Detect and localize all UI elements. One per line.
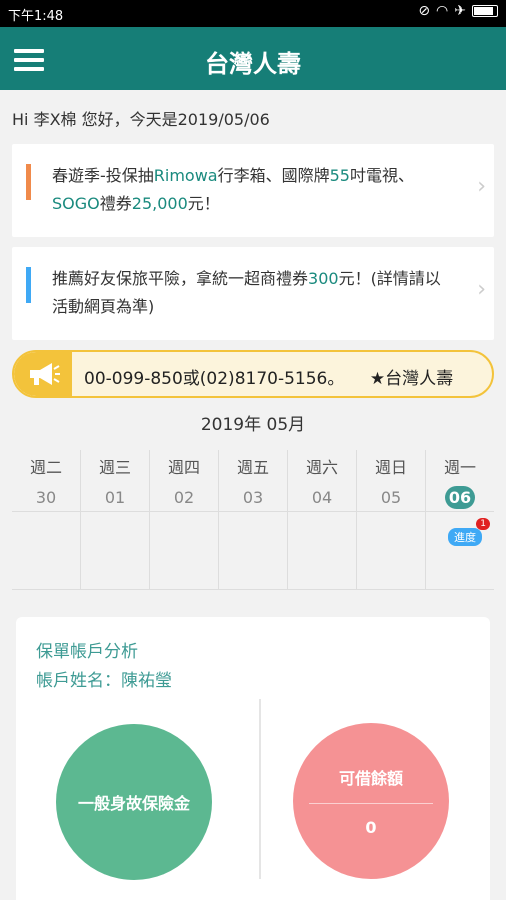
calendar-day[interactable]: 週四 02: [150, 450, 219, 511]
status-time: 下午1:48: [8, 9, 64, 24]
loan-balance-circle[interactable]: 可借餘額 0: [293, 723, 449, 879]
megaphone-icon: [14, 352, 72, 396]
calendar-event-cell[interactable]: [219, 512, 288, 589]
calendar-event-cell[interactable]: [357, 512, 426, 589]
chevron-right-icon: ›: [477, 174, 486, 199]
greeting-text: Hi 李X棉 您好，今天是2019/05/06: [12, 110, 270, 129]
chevron-right-icon: ›: [477, 277, 486, 302]
progress-badge[interactable]: 進度: [448, 528, 482, 546]
app-bar: 台灣人壽: [0, 27, 506, 90]
status-bar: 下午1:48 ⊘ ◠ ✈: [0, 0, 506, 27]
divider: [309, 803, 433, 804]
app-title: 台灣人壽: [205, 50, 301, 78]
calendar-day[interactable]: 週二 30: [12, 450, 81, 511]
analysis-title: 保單帳戶分析: [36, 642, 138, 662]
calendar-event-cell[interactable]: [288, 512, 357, 589]
week-calendar: 週二 30 週三 01 週四 02 週五 03 週六 04 週日 05 週一 06 進度 1: [12, 450, 494, 590]
calendar-day[interactable]: 週六 04: [288, 450, 357, 511]
announcement-ticker[interactable]: 00-099-850或(02)8170-5156。 ★台灣人壽: [12, 350, 494, 398]
loan-balance-value: 0: [365, 818, 377, 837]
calendar-event-cell[interactable]: [150, 512, 219, 589]
battery-icon: [472, 5, 498, 17]
promo-accent-bar: [26, 164, 31, 200]
status-icons: ⊘ ◠ ✈: [418, 3, 498, 19]
mute-icon: ⊘: [418, 3, 431, 19]
calendar-day-today[interactable]: 週一 06: [426, 450, 494, 511]
account-name: 帳戶姓名：陳祐瑩: [36, 671, 172, 691]
airplane-icon: ✈: [454, 3, 466, 19]
calendar-day[interactable]: 週日 05: [357, 450, 426, 511]
calendar-day[interactable]: 週五 03: [219, 450, 288, 511]
calendar-event-cell[interactable]: 進度 1: [426, 512, 494, 589]
ticker-text: 00-099-850或(02)8170-5156。 ★台灣人壽: [84, 369, 454, 389]
calendar-day[interactable]: 週三 01: [81, 450, 150, 511]
death-benefit-circle[interactable]: 一般身故保險金: [56, 724, 212, 880]
death-benefit-label: 一般身故保險金: [77, 794, 190, 813]
loan-balance-label: 可借餘額: [338, 769, 403, 788]
calendar-month-label: 2019年 05月: [200, 415, 306, 435]
calendar-event-cell[interactable]: [81, 512, 150, 589]
promo-accent-bar: [26, 267, 31, 303]
promo-text: 推薦好友保旅平險，拿統一超商禮券300元！(詳情請以活動網頁為準): [52, 269, 441, 316]
wifi-icon: ◠: [436, 3, 449, 19]
calendar-event-cell[interactable]: [12, 512, 81, 589]
notification-count: 1: [476, 518, 490, 530]
promo-text: 春遊季-投保抽Rimowa行李箱、國際牌55吋電視、SOGO禮券25,000元！: [52, 166, 414, 213]
promo-card-referral[interactable]: 推薦好友保旅平險，拿統一超商禮券300元！(詳情請以活動網頁為準) ›: [12, 247, 494, 340]
promo-card-spring[interactable]: 春遊季-投保抽Rimowa行李箱、國際牌55吋電視、SOGO禮券25,000元！…: [12, 144, 494, 237]
divider: [259, 699, 261, 879]
policy-analysis-card: 保單帳戶分析 帳戶姓名：陳祐瑩 一般身故保險金 可借餘額 0: [16, 617, 490, 900]
